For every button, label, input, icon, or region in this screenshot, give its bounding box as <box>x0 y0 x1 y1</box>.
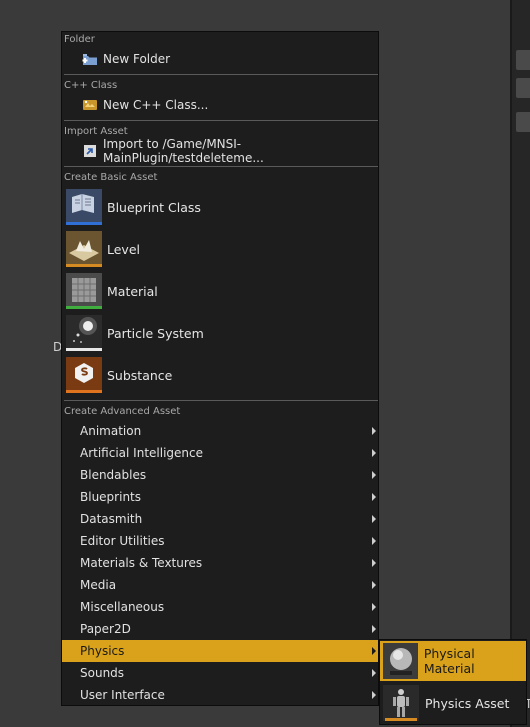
submenu-artificial-intelligence[interactable]: Artificial Intelligence <box>62 442 378 464</box>
level-icon <box>66 231 102 267</box>
submenu-blendables[interactable]: Blendables <box>62 464 378 486</box>
submenu-miscellaneous[interactable]: Miscellaneous <box>62 596 378 618</box>
chevron-right-icon <box>372 471 376 479</box>
material-menu-item[interactable]: Material <box>62 271 378 311</box>
chevron-right-icon <box>372 427 376 435</box>
submenu-label: Blendables <box>80 468 147 482</box>
submenu-sounds[interactable]: Sounds <box>62 662 378 684</box>
level-label: Level <box>107 241 140 257</box>
blueprint-class-menu-item[interactable]: Blueprint Class <box>62 187 378 227</box>
import-asset-menu-item[interactable]: Import to /Game/MNSI-MainPlugin/testdele… <box>62 137 378 165</box>
submenu-blueprints[interactable]: Blueprints <box>62 486 378 508</box>
new-folder-label: New Folder <box>103 52 171 66</box>
substance-menu-item[interactable]: Substance <box>62 355 378 395</box>
physics-submenu: Physical Material Physics Asset <box>379 639 527 725</box>
physics-asset-icon <box>383 685 419 721</box>
particle-system-menu-item[interactable]: Particle System <box>62 313 378 353</box>
particle-system-label: Particle System <box>107 325 204 341</box>
import-label: Import to /Game/MNSI-MainPlugin/testdele… <box>103 137 264 165</box>
submenu-label: Blueprints <box>80 490 142 504</box>
submenu-editor-utilities[interactable]: Editor Utilities <box>62 530 378 552</box>
right-side-panel <box>510 0 530 727</box>
new-cpp-class-label: New C++ Class... <box>103 98 209 112</box>
chevron-right-icon <box>372 669 376 677</box>
new-folder-icon <box>82 51 98 67</box>
new-folder-menu-item[interactable]: New Folder <box>62 48 378 70</box>
divider <box>64 74 378 75</box>
cpp-class-icon <box>82 97 98 113</box>
submenu-label: Artificial Intelligence <box>80 446 203 460</box>
import-icon <box>82 143 98 159</box>
particle-system-icon <box>66 315 102 351</box>
panel-search-field[interactable] <box>516 112 530 132</box>
section-header-advanced: Create Advanced Asset <box>64 406 181 417</box>
panel-toolbar-button[interactable] <box>516 78 530 98</box>
blueprint-class-label: Blueprint Class <box>107 199 201 215</box>
physical-material-icon <box>383 643 418 679</box>
chevron-right-icon <box>372 691 376 699</box>
submenu-paper2d[interactable]: Paper2D <box>62 618 378 640</box>
section-header-cpp: C++ Class <box>64 80 118 91</box>
submenu-media[interactable]: Media <box>62 574 378 596</box>
section-header-basic: Create Basic Asset <box>64 172 158 183</box>
chevron-right-icon <box>372 449 376 457</box>
chevron-right-icon <box>372 559 376 567</box>
section-header-folder: Folder <box>64 34 95 45</box>
chevron-right-icon <box>372 581 376 589</box>
level-menu-item[interactable]: Level <box>62 229 378 269</box>
submenu-label: Miscellaneous <box>80 600 165 614</box>
submenu-label: Materials & Textures <box>80 556 203 570</box>
substance-label: Substance <box>107 367 173 383</box>
submenu-label: User Interface <box>80 688 165 702</box>
physical-material-menu-item[interactable]: Physical Material <box>380 641 526 681</box>
submenu-label: Media <box>80 578 117 592</box>
divider <box>64 120 378 121</box>
submenu-materials-textures[interactable]: Materials & Textures <box>62 552 378 574</box>
material-icon <box>66 273 102 309</box>
chevron-right-icon <box>372 515 376 523</box>
submenu-label: Animation <box>80 424 142 438</box>
chevron-right-icon <box>372 537 376 545</box>
submenu-label: Datasmith <box>80 512 143 526</box>
chevron-right-icon <box>372 603 376 611</box>
chevron-right-icon <box>372 625 376 633</box>
material-label: Material <box>107 283 158 299</box>
submenu-physics[interactable]: Physics <box>62 640 378 662</box>
submenu-label: Editor Utilities <box>80 534 165 548</box>
submenu-label: Sounds <box>80 666 125 680</box>
content-browser-context-menu: Folder New Folder C++ Class New C++ Clas… <box>61 31 379 706</box>
blueprint-class-icon <box>66 189 102 225</box>
divider <box>64 166 378 167</box>
submenu-datasmith[interactable]: Datasmith <box>62 508 378 530</box>
submenu-user-interface[interactable]: User Interface <box>62 684 378 706</box>
divider <box>64 400 378 401</box>
chevron-right-icon <box>372 647 376 655</box>
physics-asset-menu-item[interactable]: Physics Asset <box>380 683 526 723</box>
substance-icon <box>66 357 102 393</box>
physical-material-label: Physical Material <box>423 646 475 676</box>
submenu-label: Paper2D <box>80 622 131 636</box>
submenu-label: Physics <box>80 644 125 658</box>
panel-toolbar-button[interactable] <box>516 50 530 70</box>
physics-asset-label: Physics Asset <box>425 695 510 711</box>
new-cpp-class-menu-item[interactable]: New C++ Class... <box>62 94 378 116</box>
chevron-right-icon <box>372 493 376 501</box>
submenu-animation[interactable]: Animation <box>62 420 378 442</box>
